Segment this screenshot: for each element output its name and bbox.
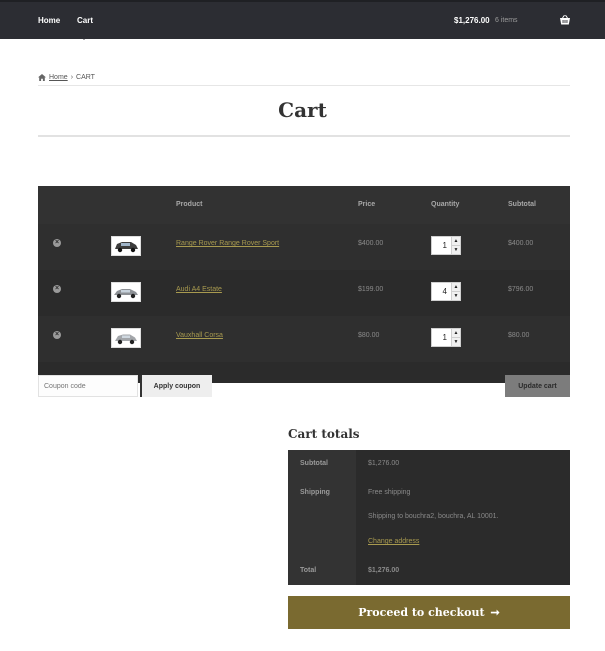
header-price: Price bbox=[358, 201, 376, 208]
quantity-stepper[interactable]: 4 ▲ ▼ bbox=[431, 282, 461, 301]
car-image-icon bbox=[114, 289, 138, 299]
quantity-value[interactable]: 4 bbox=[432, 287, 451, 296]
header-subtotal: Subtotal bbox=[508, 201, 536, 208]
cart-row: × Vauxhall Corsa $80.00 1 ▲ ▼ $80.00 bbox=[38, 316, 570, 362]
header-quantity: Quantity bbox=[431, 201, 460, 208]
quantity-value[interactable]: 1 bbox=[432, 333, 451, 342]
remove-item-icon[interactable]: × bbox=[53, 239, 61, 247]
decrement-icon[interactable]: ▼ bbox=[452, 338, 460, 346]
cart-row: × Audi A4 Estate $199.00 4 ▲ ▼ $796.00 bbox=[38, 270, 570, 316]
basket-icon[interactable] bbox=[559, 14, 571, 26]
product-subtotal: $400.00 bbox=[508, 240, 534, 247]
product-thumbnail[interactable] bbox=[111, 236, 141, 256]
site-header: Home Cart $1,276.00 6 items bbox=[0, 0, 605, 39]
quantity-stepper[interactable]: 1 ▲ ▼ bbox=[431, 328, 461, 347]
breadcrumb-current: CART bbox=[76, 74, 95, 81]
increment-icon[interactable]: ▲ bbox=[452, 237, 460, 246]
cart-actions: Apply coupon Update cart bbox=[38, 375, 570, 397]
header-product: Product bbox=[176, 201, 203, 208]
cart-totals-title: Cart totals bbox=[288, 427, 360, 441]
decrement-icon[interactable]: ▼ bbox=[452, 292, 460, 300]
breadcrumb-divider bbox=[38, 85, 570, 86]
cart-table-header: Product Price Quantity Subtotal bbox=[38, 186, 570, 224]
quantity-value[interactable]: 1 bbox=[432, 241, 451, 250]
quantity-spinner[interactable]: ▲ ▼ bbox=[451, 237, 460, 254]
decrement-icon[interactable]: ▼ bbox=[452, 246, 460, 254]
product-price: $400.00 bbox=[358, 240, 384, 247]
car-image-icon bbox=[115, 334, 137, 345]
product-thumbnail[interactable] bbox=[111, 328, 141, 348]
quantity-spinner[interactable]: ▲ ▼ bbox=[451, 283, 460, 300]
quantity-stepper[interactable]: 1 ▲ ▼ bbox=[431, 236, 461, 255]
shipping-method: Free shipping bbox=[368, 489, 411, 496]
product-price: $199.00 bbox=[358, 286, 384, 293]
cart-table: Product Price Quantity Subtotal × Range … bbox=[38, 186, 570, 383]
checkout-label: Proceed to checkout bbox=[358, 606, 485, 619]
totals-total-label: Total bbox=[300, 567, 317, 574]
breadcrumb-separator: › bbox=[70, 74, 74, 81]
product-link[interactable]: Audi A4 Estate bbox=[176, 286, 222, 293]
cart-row: × Range Rover Range Rover Sport $400.00 … bbox=[38, 224, 570, 270]
car-image-icon bbox=[115, 242, 138, 253]
product-thumbnail[interactable] bbox=[111, 282, 141, 302]
shipping-destination: Shipping to bouchra2, bouchra, AL 10001. bbox=[368, 513, 499, 520]
totals-total-value: $1,276.00 bbox=[368, 567, 400, 574]
totals-subtotal-value: $1,276.00 bbox=[368, 460, 400, 467]
product-subtotal: $796.00 bbox=[508, 286, 534, 293]
totals-subtotal-label: Subtotal bbox=[300, 460, 328, 467]
apply-coupon-button[interactable]: Apply coupon bbox=[140, 375, 212, 397]
increment-icon[interactable]: ▲ bbox=[452, 283, 460, 292]
nav-home-link[interactable]: Home bbox=[38, 16, 60, 25]
nav-cart-link[interactable]: Cart bbox=[77, 16, 93, 25]
product-link[interactable]: Vauxhall Corsa bbox=[176, 332, 223, 339]
totals-label-column bbox=[288, 450, 356, 585]
quantity-spinner[interactable]: ▲ ▼ bbox=[451, 329, 460, 346]
coupon-code-input[interactable] bbox=[38, 375, 138, 397]
update-cart-button[interactable]: Update cart bbox=[505, 375, 570, 397]
page-title: Cart bbox=[278, 98, 327, 122]
header-cart-total[interactable]: $1,276.00 bbox=[454, 16, 490, 25]
remove-item-icon[interactable]: × bbox=[53, 285, 61, 293]
breadcrumb: Home › CART bbox=[38, 74, 95, 81]
active-nav-indicator bbox=[80, 35, 88, 40]
cart-totals-table: Subtotal $1,276.00 Shipping Free shippin… bbox=[288, 450, 570, 585]
header-cart-count[interactable]: 6 items bbox=[495, 17, 518, 24]
totals-shipping-label: Shipping bbox=[300, 489, 330, 496]
increment-icon[interactable]: ▲ bbox=[452, 329, 460, 338]
product-link[interactable]: Range Rover Range Rover Sport bbox=[176, 240, 279, 247]
change-address-link[interactable]: Change address bbox=[368, 538, 419, 545]
remove-item-icon[interactable]: × bbox=[53, 331, 61, 339]
product-subtotal: $80.00 bbox=[508, 332, 530, 339]
breadcrumb-home-link[interactable]: Home bbox=[49, 74, 68, 81]
home-icon bbox=[38, 74, 46, 81]
arrow-right-icon: ➞ bbox=[490, 606, 500, 619]
product-price: $80.00 bbox=[358, 332, 380, 339]
proceed-to-checkout-button[interactable]: Proceed to checkout ➞ bbox=[288, 596, 570, 629]
title-divider bbox=[38, 135, 570, 137]
